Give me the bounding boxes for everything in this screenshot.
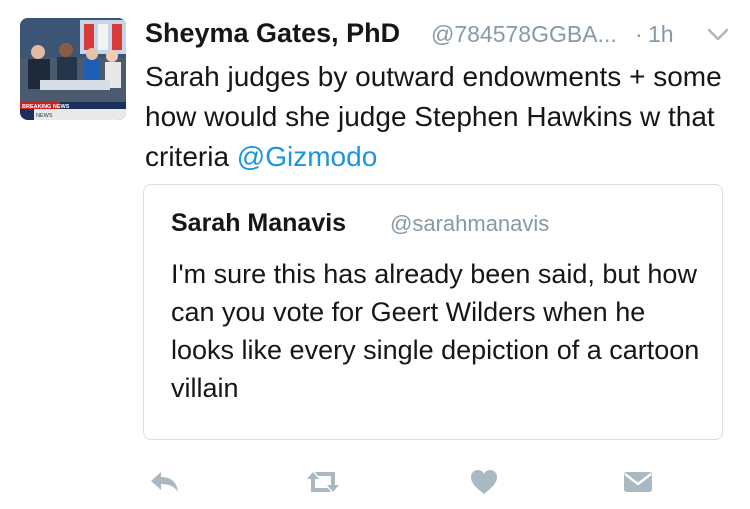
- tweet-time[interactable]: 1h: [648, 21, 674, 48]
- quoted-author-handle: @sarahmanavis: [390, 211, 550, 236]
- avatar-ticker-text: NEWS: [36, 113, 53, 119]
- retweet-icon[interactable]: [298, 462, 348, 502]
- author-handle[interactable]: @784578GGBA...: [431, 21, 617, 48]
- quoted-tweet-text: I'm sure this has already been said, but…: [171, 259, 700, 403]
- avatar-news-studio-image: BREAKING NEWS NEWS: [20, 18, 126, 120]
- separator-dot: ·: [635, 21, 643, 47]
- quoted-tweet-card[interactable]: Sarah Manavis @sarahmanavis I'm sure thi…: [143, 184, 723, 440]
- chevron-down-icon[interactable]: [705, 24, 731, 44]
- avatar[interactable]: BREAKING NEWS NEWS: [20, 18, 126, 120]
- reply-icon[interactable]: [142, 462, 186, 502]
- like-icon[interactable]: [464, 462, 504, 502]
- tweet-actions-bar: [0, 462, 750, 506]
- avatar-banner-text: BREAKING NEWS: [22, 104, 70, 110]
- tweet-header: Sheyma Gates, PhD @784578GGBA... · 1h: [145, 14, 735, 54]
- author-name[interactable]: Sheyma Gates, PhD: [145, 18, 400, 49]
- tweet-text: Sarah judges by outward endowments + som…: [145, 57, 735, 177]
- tweet-body-text: Sarah judges by outward endowments + som…: [145, 61, 722, 172]
- direct-message-icon[interactable]: [618, 462, 658, 502]
- quoted-author-name: Sarah Manavis: [171, 209, 347, 237]
- mention-link[interactable]: @Gizmodo: [237, 141, 377, 172]
